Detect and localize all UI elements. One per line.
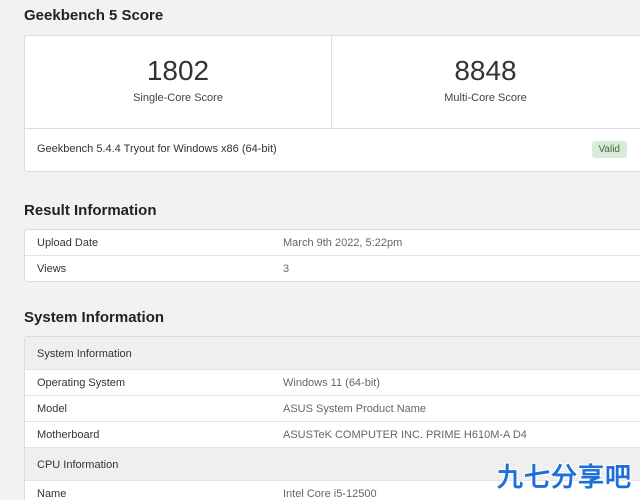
table-row: Views 3 <box>25 256 640 281</box>
row-key: Motherboard <box>37 429 100 441</box>
group-header-system: System Information <box>25 337 640 370</box>
multi-core-score: 8848 <box>454 55 517 86</box>
system-section-title: System Information <box>24 309 165 326</box>
row-value: Intel Core i5-12500 <box>283 488 377 500</box>
row-key: Name <box>37 488 67 500</box>
page: Geekbench 5 Score 1802 Single-Core Score… <box>0 0 640 500</box>
result-card: Upload Date March 9th 2022, 5:22pm Views… <box>24 229 640 282</box>
score-card: 1802 Single-Core Score 8848 Multi-Core S… <box>24 35 640 172</box>
version-text: Geekbench 5.4.4 Tryout for Windows x86 (… <box>37 143 277 155</box>
row-key: Operating System <box>37 377 126 389</box>
single-core-label: Single-Core Score <box>133 92 223 104</box>
table-row: Upload Date March 9th 2022, 5:22pm <box>25 230 640 256</box>
row-key: Upload Date <box>37 237 99 249</box>
row-key: Views <box>37 263 67 275</box>
single-core-cell: 1802 Single-Core Score <box>25 36 332 128</box>
score-section-title: Geekbench 5 Score <box>24 7 164 24</box>
group-header-label: CPU Information <box>37 459 119 471</box>
row-key: Model <box>37 403 67 415</box>
single-core-score: 1802 <box>146 55 210 86</box>
table-row: Model ASUS System Product Name <box>25 396 640 422</box>
multi-core-label: Multi-Core Score <box>444 92 527 104</box>
row-value: March 9th 2022, 5:22pm <box>283 237 403 249</box>
multi-core-cell: 8848 Multi-Core Score <box>332 36 639 128</box>
result-section-title: Result Information <box>24 202 157 219</box>
row-value: 3 <box>283 263 290 275</box>
row-value: ASUSTeK COMPUTER INC. PRIME H610M-A D4 <box>283 429 527 441</box>
score-row: 1802 Single-Core Score 8848 Multi-Core S… <box>25 36 640 129</box>
table-row: Motherboard ASUSTeK COMPUTER INC. PRIME … <box>25 422 640 448</box>
row-value: Windows 11 (64-bit) <box>283 377 380 389</box>
watermark-logo: 九七分享吧 <box>496 462 632 492</box>
valid-badge: Valid <box>591 141 627 158</box>
table-row: Operating System Windows 11 (64-bit) <box>25 370 640 396</box>
row-value: ASUS System Product Name <box>283 403 427 415</box>
version-row: Geekbench 5.4.4 Tryout for Windows x86 (… <box>25 129 640 171</box>
group-header-label: System Information <box>37 348 132 360</box>
